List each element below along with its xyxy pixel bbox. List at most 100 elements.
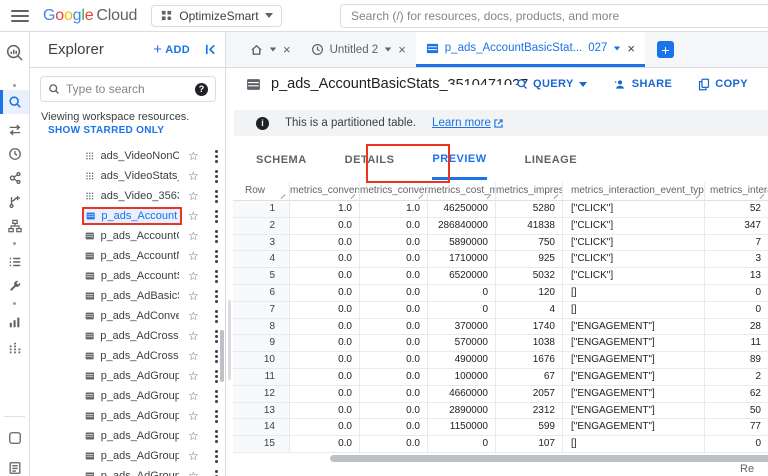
tree-item-main[interactable]: ads_VideoNonClic... bbox=[82, 147, 182, 165]
chevron-down-icon[interactable] bbox=[269, 47, 277, 52]
tree-item[interactable]: p_ads_AdCrossDe... ☆ bbox=[30, 326, 226, 346]
tree-item-main[interactable]: p_ads_AdGroupA... bbox=[82, 407, 182, 425]
tree-item[interactable]: ads_Video_35634... ☆ bbox=[30, 186, 226, 206]
star-icon[interactable]: ☆ bbox=[188, 390, 199, 402]
star-icon[interactable]: ☆ bbox=[188, 310, 199, 322]
query-button[interactable]: QUERY bbox=[516, 78, 587, 90]
tree-item[interactable]: p_ads_AccountCo... ☆ bbox=[30, 226, 226, 246]
kebab-menu-icon[interactable] bbox=[214, 254, 218, 258]
chevron-down-icon[interactable] bbox=[384, 47, 392, 52]
kebab-menu-icon[interactable] bbox=[214, 394, 218, 398]
column-header[interactable]: metrics_intera bbox=[705, 182, 768, 201]
tree-item-main[interactable]: p_ads_AdGroupA... bbox=[82, 447, 182, 465]
collapse-panel-icon[interactable] bbox=[204, 43, 217, 56]
analytics-hub-icon[interactable] bbox=[0, 166, 29, 190]
dataform-icon[interactable] bbox=[0, 190, 29, 214]
star-icon[interactable]: ☆ bbox=[188, 370, 199, 382]
kebab-menu-icon[interactable] bbox=[214, 294, 218, 298]
column-header[interactable]: Row bbox=[233, 182, 290, 201]
queues-list-icon[interactable] bbox=[0, 250, 29, 274]
tree-item-main[interactable]: p_ads_AccountNo... bbox=[82, 247, 182, 265]
tree-item[interactable]: p_ads_AdCrossDe... ☆ bbox=[30, 346, 226, 366]
explorer-scrollbar[interactable] bbox=[220, 330, 224, 382]
column-header[interactable]: metrics_cost_mi bbox=[428, 182, 496, 201]
star-icon[interactable]: ☆ bbox=[188, 210, 199, 222]
new-tab-button[interactable]: + bbox=[657, 41, 675, 58]
help-icon[interactable]: ? bbox=[195, 82, 208, 96]
kebab-menu-icon[interactable] bbox=[214, 194, 218, 198]
tree-item[interactable]: p_ads_AdGroupA... ☆ bbox=[30, 386, 226, 406]
lineage-sitemap-icon[interactable] bbox=[0, 214, 29, 238]
capacity-management-icon[interactable] bbox=[0, 336, 29, 360]
chevron-down-icon[interactable] bbox=[614, 46, 621, 50]
tree-item-main[interactable]: ads_VideoStats_3... bbox=[82, 167, 182, 185]
tree-item[interactable]: p_ads_AccountSt... ☆ bbox=[30, 266, 226, 286]
kebab-menu-icon[interactable] bbox=[214, 234, 218, 238]
tree-item[interactable]: p_ads_AdBasicSt... ☆ bbox=[30, 286, 226, 306]
star-icon[interactable]: ☆ bbox=[188, 470, 199, 476]
rail-search-icon[interactable] bbox=[0, 90, 29, 114]
tree-item-main[interactable]: p_ads_AdGroupA... bbox=[82, 367, 182, 385]
star-icon[interactable]: ☆ bbox=[188, 230, 199, 242]
tree-item-main[interactable]: p_ads_AdCrossDe... bbox=[82, 347, 182, 365]
show-starred-link[interactable]: SHOW STARRED ONLY bbox=[48, 125, 164, 136]
explorer-search-box[interactable]: Type to search ? bbox=[40, 76, 216, 102]
kebab-menu-icon[interactable] bbox=[214, 154, 218, 158]
tree-item[interactable]: p_ads_AdGroupA... ☆ bbox=[30, 406, 226, 426]
star-icon[interactable]: ☆ bbox=[188, 430, 199, 442]
tab-table-active[interactable]: p_ads_AccountBasicStat... 027 × bbox=[415, 32, 646, 67]
tree-item-main[interactable]: p_ads_AdGroupA... bbox=[82, 427, 182, 445]
tree-item[interactable]: p_ads_AdGroupA... ☆ bbox=[30, 446, 226, 466]
column-header[interactable]: metrics_convers bbox=[360, 182, 428, 201]
kebab-menu-icon[interactable] bbox=[214, 214, 218, 218]
tree-item[interactable]: ads_VideoStats_3... ☆ bbox=[30, 166, 226, 186]
add-button[interactable]: + ADD bbox=[153, 41, 190, 58]
tree-item[interactable]: p_ads_AdGroupA... ☆ bbox=[30, 426, 226, 446]
monitoring-chart-icon[interactable] bbox=[0, 310, 29, 334]
global-search-input[interactable] bbox=[340, 4, 768, 28]
column-header[interactable]: metrics_convers bbox=[290, 182, 360, 201]
share-button[interactable]: SHARE bbox=[613, 78, 673, 90]
release-notes-icon[interactable] bbox=[0, 456, 29, 476]
tree-item-main[interactable]: p_ads_AccountSt... bbox=[82, 267, 182, 285]
tab-schema[interactable]: SCHEMA bbox=[256, 140, 307, 180]
star-icon[interactable]: ☆ bbox=[188, 270, 199, 282]
star-icon[interactable]: ☆ bbox=[188, 190, 199, 202]
tree-item-main[interactable]: p_ads_AdConvers... bbox=[82, 307, 182, 325]
tree-item-main[interactable]: p_ads_AccountBa... bbox=[82, 207, 182, 225]
tree-item[interactable]: p_ads_AdConvers... ☆ bbox=[30, 306, 226, 326]
tree-item-main[interactable]: p_ads_AdCrossDe... bbox=[82, 327, 182, 345]
vertical-scrollbar-thumb[interactable] bbox=[228, 300, 231, 380]
tab-home[interactable]: × bbox=[240, 32, 301, 67]
project-selector[interactable]: OptimizeSmart bbox=[151, 4, 282, 27]
data-transfers-icon[interactable] bbox=[0, 118, 29, 142]
tree-item[interactable]: p_ads_AdGroupA... ☆ bbox=[30, 366, 226, 386]
kebab-menu-icon[interactable] bbox=[214, 174, 218, 178]
tree-item[interactable]: ads_VideoNonClic... ☆ bbox=[30, 146, 226, 166]
tab-lineage[interactable]: LINEAGE bbox=[525, 140, 577, 180]
column-header[interactable]: metrics_interaction_event_types bbox=[563, 182, 705, 201]
close-icon[interactable]: × bbox=[398, 43, 406, 56]
star-icon[interactable]: ☆ bbox=[188, 410, 199, 422]
tab-preview[interactable]: PREVIEW bbox=[432, 140, 487, 180]
star-icon[interactable]: ☆ bbox=[188, 250, 199, 262]
kebab-menu-icon[interactable] bbox=[214, 334, 218, 338]
kebab-menu-icon[interactable] bbox=[214, 274, 218, 278]
tree-item-main[interactable]: p_ads_AdBasicSt... bbox=[82, 287, 182, 305]
kebab-menu-icon[interactable] bbox=[214, 414, 218, 418]
close-icon[interactable]: × bbox=[627, 42, 635, 55]
tree-item-main[interactable]: p_ads_AccountCo... bbox=[82, 227, 182, 245]
star-icon[interactable]: ☆ bbox=[188, 170, 199, 182]
close-icon[interactable]: × bbox=[283, 43, 291, 56]
tab-untitled[interactable]: Untitled 2 × bbox=[301, 32, 416, 67]
kebab-menu-icon[interactable] bbox=[214, 454, 218, 458]
tree-item[interactable]: p_ads_AccountNo... ☆ bbox=[30, 246, 226, 266]
tree-item-main[interactable]: p_ads_AdGroupA... bbox=[82, 387, 182, 405]
kebab-menu-icon[interactable] bbox=[214, 314, 218, 318]
tree-item-main[interactable]: ads_Video_35634... bbox=[82, 187, 182, 205]
tree-item-main[interactable]: p_ads_AdGroupA... bbox=[82, 467, 182, 476]
star-icon[interactable]: ☆ bbox=[188, 350, 199, 362]
kebab-menu-icon[interactable] bbox=[214, 354, 218, 358]
kebab-menu-icon[interactable] bbox=[214, 374, 218, 378]
star-icon[interactable]: ☆ bbox=[188, 290, 199, 302]
